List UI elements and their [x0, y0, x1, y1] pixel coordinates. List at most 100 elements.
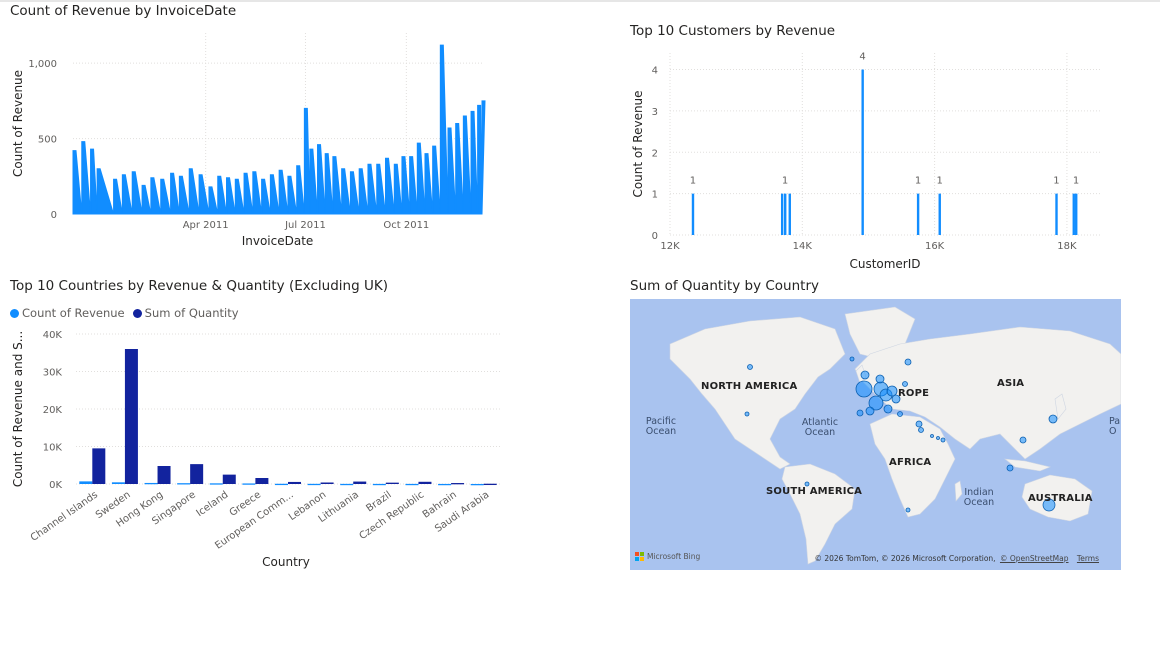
y-tick-label: 4 — [652, 66, 658, 77]
y-tick-label: 1,000 — [28, 59, 57, 70]
bubble — [860, 370, 870, 380]
x-axis-title: CustomerID — [849, 257, 920, 271]
attribution-text: © 2026 TomTom, © 2026 Microsoft Corporat… — [814, 554, 996, 563]
osm-link[interactable]: © OpenStreetMap — [1000, 554, 1069, 563]
y-axis-title: Count of Revenue — [631, 90, 645, 197]
customer-bar — [1055, 193, 1058, 235]
bubble — [883, 404, 893, 414]
bubble — [904, 358, 912, 366]
y-tick-label: 10K — [43, 443, 63, 454]
bar-count-of-revenue — [307, 483, 321, 486]
bubble — [886, 385, 898, 397]
y-tick-label: 2 — [652, 148, 658, 159]
bubble — [1048, 414, 1058, 424]
x-tick-label: Channel Islands — [29, 489, 100, 543]
y-axis-title: Count of Revenue and S... — [11, 331, 25, 487]
bubble — [855, 380, 873, 398]
data-label: 4 — [859, 52, 865, 63]
continent-label: NORTH AMERICA — [701, 381, 798, 392]
land-north-america — [669, 316, 846, 470]
y-tick-label: 30K — [43, 368, 63, 379]
map-visual[interactable]: NORTH AMERICA SOUTH AMERICA AFRICA ASIA … — [630, 299, 1121, 570]
land-south-america — [781, 463, 856, 565]
bar-sum-of-quantity — [385, 482, 399, 484]
bubble — [918, 427, 924, 433]
bar-count-of-revenue — [111, 482, 125, 484]
bubble — [905, 507, 911, 513]
bar-count-of-revenue — [438, 483, 452, 486]
continent-label: AFRICA — [889, 457, 932, 468]
bubble — [744, 411, 750, 417]
bar-sum-of-quantity — [222, 474, 236, 484]
revenue-series — [72, 44, 486, 215]
customer-bar-chart: 0 1 2 3 4 12K 14K 16K 18K 1 1 4 1 1 1 1 CustomerID Count … — [631, 52, 1100, 271]
customer-bar — [788, 193, 791, 235]
continent-label: ASIA — [997, 378, 1025, 389]
customer-bar — [938, 193, 941, 235]
y-tick-label: 0 — [652, 231, 658, 242]
terms-link[interactable]: Terms — [1077, 554, 1099, 563]
customer-bar — [1075, 193, 1078, 235]
customer-bar — [780, 193, 784, 235]
bar-count-of-revenue — [144, 482, 158, 485]
y-tick-label: 20K — [43, 405, 63, 416]
ocean-label: Atlantic Ocean — [801, 417, 839, 438]
x-tick-label: 18K — [1057, 241, 1077, 252]
bar-count-of-revenue — [275, 483, 288, 486]
continent-label: AUSTRALIA — [1028, 493, 1093, 504]
y-tick-label: 0K — [49, 480, 62, 491]
customer-bar — [1072, 193, 1075, 235]
bubble — [902, 381, 908, 387]
x-tick-label: Iceland — [195, 489, 231, 519]
y-tick-label: 3 — [652, 107, 658, 118]
ocean-label: Indian Ocean — [963, 487, 995, 508]
data-label: 1 — [782, 176, 788, 187]
customer-bar — [861, 69, 864, 235]
x-tick-label: Apr 2011 — [183, 220, 229, 231]
bar-sum-of-quantity — [483, 483, 497, 486]
bubble — [849, 356, 855, 362]
data-label: 1 — [1053, 176, 1059, 187]
bubble — [856, 409, 864, 417]
ocean-label: Pacific Ocean — [645, 416, 677, 437]
bar-sum-of-quantity — [451, 483, 465, 485]
visual-revenue-by-date[interactable]: Count of Revenue by InvoiceDate 0 500 1,00… — [10, 3, 500, 253]
bar-count-of-revenue — [372, 483, 386, 486]
data-label: 1 — [915, 176, 921, 187]
x-tick-label: Jul 2011 — [284, 220, 326, 231]
y-tick-label: 0 — [51, 210, 57, 221]
map-attribution: © 2026 TomTom, © 2026 Microsoft Corporat… — [814, 554, 1099, 563]
bar-sum-of-quantity — [418, 481, 432, 484]
top-border — [0, 0, 1160, 2]
bar-count-of-revenue — [209, 483, 223, 485]
bubble — [915, 420, 923, 428]
bubble — [747, 364, 753, 370]
x-tick-label: Oct 2011 — [383, 220, 429, 231]
x-tick-label: 16K — [925, 241, 945, 252]
bar-count-of-revenue — [405, 483, 419, 486]
bar-count-of-revenue — [340, 483, 354, 486]
y-tick-label: 40K — [43, 330, 63, 341]
x-tick-label: 14K — [793, 241, 813, 252]
customer-bar — [916, 193, 920, 235]
bar-sum-of-quantity — [157, 466, 171, 484]
line-chart: 0 500 1,000 Apr 2011 Jul 2011 Oct 2011 Invoice… — [11, 33, 486, 248]
x-axis-title: InvoiceDate — [242, 234, 314, 248]
x-axis-title: Country — [262, 555, 310, 569]
bubble — [1019, 436, 1027, 444]
y-tick-label: 1 — [652, 190, 658, 201]
visual-top-customers[interactable]: Top 10 Customers by Revenue 0 1 2 3 4 12K 14K 1… — [630, 23, 1120, 275]
bubble — [1006, 464, 1014, 472]
bar-count-of-revenue — [470, 483, 484, 486]
bar-sum-of-quantity — [255, 478, 269, 484]
continent-label: SOUTH AMERICA — [766, 486, 863, 497]
data-label: 1 — [1073, 176, 1079, 187]
bubble — [930, 434, 934, 438]
bar-sum-of-quantity — [190, 464, 204, 484]
visual-top-countries[interactable]: Top 10 Countries by Revenue & Quantity (… — [10, 278, 510, 578]
ocean-label: Pa O — [1109, 416, 1121, 437]
bar-sum-of-quantity — [320, 482, 334, 484]
bubble — [897, 411, 903, 417]
microsoft-logo-icon — [635, 552, 644, 561]
bing-logo: Microsoft Bing — [635, 552, 700, 561]
